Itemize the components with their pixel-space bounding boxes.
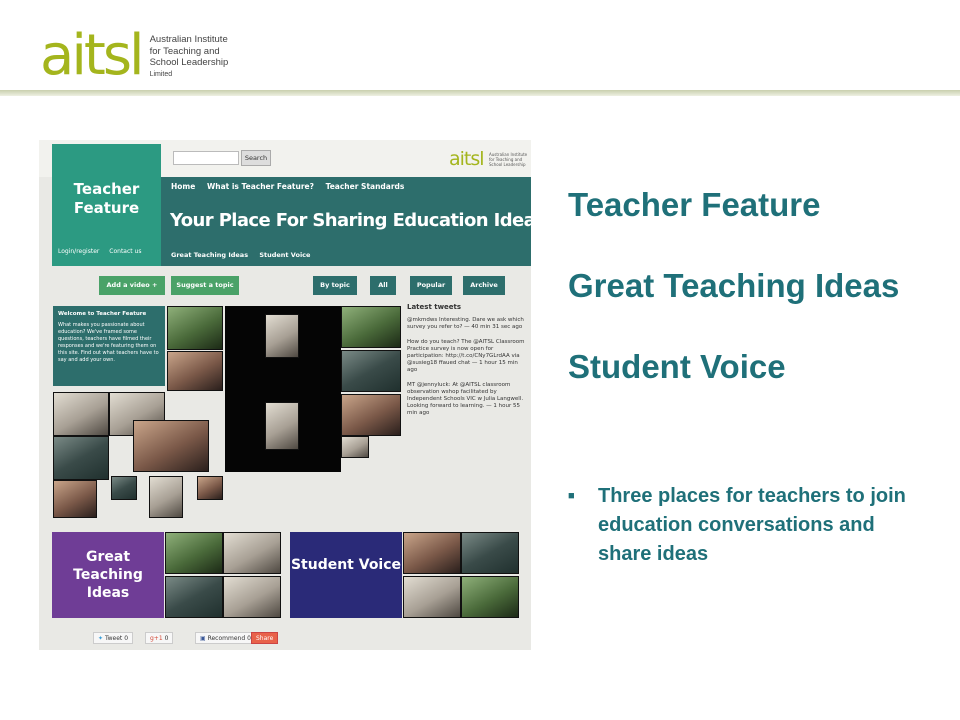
- twitter-icon: ✦: [98, 635, 104, 642]
- video-thumbnail[interactable]: [133, 420, 209, 472]
- great-teaching-ideas-panel[interactable]: Great Teaching Ideas: [52, 532, 164, 618]
- share-button[interactable]: Share: [251, 632, 279, 644]
- site-logo-subtitle: Australian Institute for Teaching and Sc…: [489, 152, 528, 167]
- all-button[interactable]: All: [370, 276, 396, 295]
- video-thumbnail[interactable]: [341, 350, 401, 392]
- video-thumbnail[interactable]: [265, 402, 299, 450]
- tweet-item[interactable]: @mkmdws Interesting. Dare we ask which s…: [407, 317, 527, 331]
- video-thumbnail[interactable]: [461, 532, 519, 574]
- video-thumbnail[interactable]: [165, 576, 223, 618]
- video-thumbnail[interactable]: [403, 532, 461, 574]
- site-banner: Your Place For Sharing Education Ideas.: [170, 210, 531, 231]
- welcome-box: Welcome to Teacher Feature What makes yo…: [53, 306, 165, 386]
- website-screenshot: Search aitsl Australian Institute for Te…: [39, 140, 531, 650]
- welcome-body: What makes you passionate about educatio…: [58, 322, 159, 363]
- tweet-label: Tweet: [104, 635, 123, 642]
- nav-item-great-teaching-ideas[interactable]: Great Teaching Ideas: [171, 251, 248, 259]
- great-teaching-ideas-label: Great Teaching Ideas: [73, 549, 143, 601]
- nav-bottom: Great Teaching Ideas Student Voice: [171, 251, 319, 259]
- video-thumbnail[interactable]: [165, 532, 223, 574]
- video-thumbnail[interactable]: [341, 436, 369, 458]
- student-voice-label: Student Voice: [290, 557, 402, 573]
- logo-subtitle-line: School Leadership: [149, 57, 229, 68]
- video-thumbnail[interactable]: [53, 480, 97, 518]
- logo-subtitle: Australian Institute for Teaching and Sc…: [150, 34, 229, 80]
- student-voice-panel[interactable]: Student Voice: [290, 532, 402, 618]
- tweet-item[interactable]: MT @jennyluck: At @AITSL classroom obser…: [407, 382, 527, 418]
- video-thumbnail[interactable]: [341, 306, 401, 348]
- welcome-title: Welcome to Teacher Feature: [58, 311, 147, 317]
- video-thumbnail[interactable]: [53, 436, 109, 480]
- site-brand: Teacher Feature: [73, 180, 140, 217]
- video-thumbnail[interactable]: [111, 476, 137, 500]
- gplus-label: g+1: [150, 635, 163, 642]
- video-thumbnail[interactable]: [461, 576, 519, 618]
- logo-subtitle-line: Australian Institute: [149, 34, 228, 45]
- by-topic-button[interactable]: By topic: [313, 276, 357, 295]
- site-search-button[interactable]: Search: [241, 150, 271, 166]
- nav-item-home[interactable]: Home: [171, 182, 195, 191]
- gplus-count: 0: [164, 635, 169, 642]
- tweets-title: Latest tweets: [407, 303, 462, 311]
- contact-link[interactable]: Contact us: [109, 248, 141, 255]
- video-thumbnail[interactable]: [149, 476, 183, 518]
- square-bullet-icon: ■: [568, 490, 575, 502]
- site-logo: aitsl: [449, 148, 485, 170]
- brand-links: Login/register Contact us: [58, 248, 149, 255]
- gplus-button[interactable]: g+1 0: [145, 632, 174, 644]
- nav-item-what-is[interactable]: What is Teacher Feature?: [207, 182, 314, 191]
- header-divider: [0, 90, 960, 96]
- video-thumbnail[interactable]: [265, 314, 299, 358]
- video-thumbnail[interactable]: [167, 351, 223, 391]
- tweet-count: 0: [124, 635, 129, 642]
- video-thumbnail[interactable]: [167, 306, 223, 350]
- site-search-input[interactable]: [173, 151, 239, 165]
- tweet-share-button[interactable]: ✦ Tweet 0: [93, 632, 134, 644]
- logo-subtitle-line: Limited: [149, 70, 173, 78]
- logo-wordmark: aitsl: [40, 23, 145, 88]
- add-video-button[interactable]: Add a video +: [99, 276, 165, 295]
- site-brand-box[interactable]: Teacher Feature Login/register Contact u…: [52, 144, 161, 266]
- nav-top: Home What is Teacher Feature? Teacher St…: [171, 182, 413, 191]
- login-link[interactable]: Login/register: [58, 248, 99, 255]
- popular-button[interactable]: Popular: [410, 276, 452, 295]
- recommend-button[interactable]: ▣ Recommend 0: [195, 632, 256, 644]
- nav-item-student-voice[interactable]: Student Voice: [259, 251, 310, 259]
- logo-subtitle-line: for Teaching and: [149, 45, 220, 57]
- heading-student-voice: Student Voice: [568, 348, 786, 385]
- heading-great-teaching-ideas: Great Teaching Ideas: [568, 267, 900, 304]
- video-thumbnail[interactable]: [223, 576, 281, 618]
- archive-button[interactable]: Archive: [463, 276, 505, 295]
- latest-tweets: Latest tweets @mkmdws Interesting. Dare …: [407, 303, 527, 425]
- site-nav: Home What is Teacher Feature? Teacher St…: [161, 177, 531, 266]
- video-thumbnail[interactable]: [341, 394, 401, 436]
- video-thumbnail[interactable]: [403, 576, 461, 618]
- video-thumbnail[interactable]: [53, 392, 109, 436]
- video-thumbnail[interactable]: [197, 476, 223, 500]
- heading-teacher-feature: Teacher Feature: [568, 186, 821, 223]
- suggest-topic-button[interactable]: Suggest a topic: [171, 276, 239, 295]
- facebook-icon: ▣: [200, 635, 206, 642]
- bullet-point: ■ Three places for teachers to join educ…: [568, 482, 908, 569]
- video-thumbnail[interactable]: [223, 532, 281, 574]
- bullet-text: Three places for teachers to join educat…: [598, 485, 906, 565]
- tweet-item[interactable]: How do you teach? The @AITSL Classroom P…: [407, 339, 527, 375]
- aitsl-logo: aitsl Australian Institute for Teaching …: [40, 18, 228, 84]
- recommend-label: Recommend: [207, 635, 246, 642]
- nav-item-standards[interactable]: Teacher Standards: [326, 182, 405, 191]
